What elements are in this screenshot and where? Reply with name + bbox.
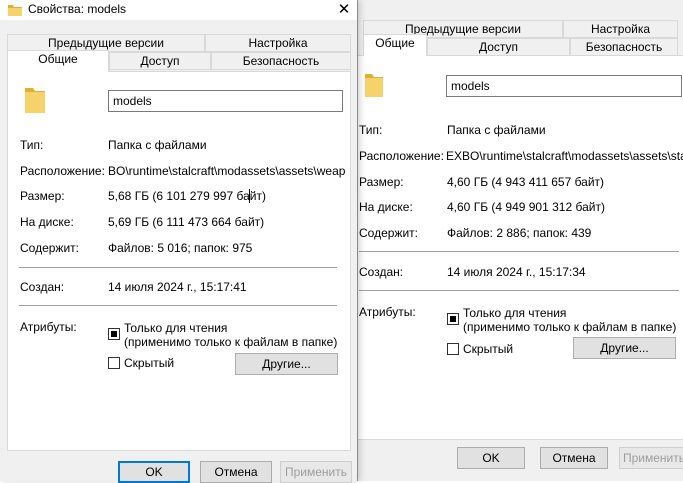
separator	[19, 305, 337, 306]
size-value: 4,60 ГБ (4 943 411 657 байт)	[447, 175, 605, 189]
general-panel: models Тип: Папка с файлами Расположение…	[7, 71, 351, 451]
apply-button[interactable]: Применить	[619, 447, 683, 469]
cancel-button[interactable]: Отмена	[540, 447, 608, 469]
properties-dialog-back: Предыдущие версии Настройка Общие Доступ…	[352, 0, 683, 481]
folder-icon	[8, 5, 22, 16]
hidden-checkbox[interactable]	[108, 357, 120, 369]
separator	[19, 267, 337, 268]
separator	[359, 290, 679, 291]
tab-security[interactable]: Безопасность	[211, 52, 351, 70]
text-caret	[249, 189, 250, 203]
contains-value: Файлов: 2 886; папок: 439	[447, 226, 592, 240]
other-attributes-button[interactable]: Другие...	[573, 337, 676, 359]
folder-name-input[interactable]: models	[446, 75, 682, 97]
disk-size-value: 5,69 ГБ (6 111 473 664 байт)	[108, 215, 265, 229]
tab-security[interactable]: Безопасность	[570, 38, 678, 56]
type-value: Папка с файлами	[108, 138, 207, 152]
contains-label: Содержит:	[359, 226, 418, 240]
ok-button[interactable]: OK	[457, 447, 525, 469]
tab-customize[interactable]: Настройка	[205, 34, 351, 52]
readonly-checkbox[interactable]	[447, 313, 459, 325]
window-title: Свойства: models	[28, 2, 127, 16]
tab-sharing[interactable]: Доступ	[427, 38, 570, 56]
attributes-label: Атрибуты:	[359, 305, 416, 319]
size-label: Размер:	[20, 189, 65, 203]
created-label: Создан:	[20, 280, 65, 294]
readonly-note: (применимо только к файлам в папке)	[124, 335, 338, 349]
type-value: Папка с файлами	[447, 123, 546, 137]
size-value: 5,68 ГБ (6 101 279 997 байт)	[108, 189, 266, 203]
ok-button[interactable]: OK	[118, 461, 190, 483]
size-label: Размер:	[359, 175, 404, 189]
contains-value: Файлов: 5 016; папок: 975	[108, 241, 253, 255]
location-value: EXBO\runtime\stalcraft\modassets\assets\…	[446, 149, 683, 163]
disk-size-label: На диске:	[359, 200, 413, 214]
folder-name-input[interactable]: models	[108, 90, 343, 112]
cancel-button[interactable]: Отмена	[200, 461, 272, 483]
tab-general[interactable]: Общие	[363, 34, 427, 56]
separator	[359, 251, 679, 252]
tab-customize[interactable]: Настройка	[563, 20, 678, 38]
attributes-label: Атрибуты:	[20, 320, 77, 334]
location-value: BO\runtime\stalcraft\modassets\assets\we…	[108, 164, 346, 178]
contains-label: Содержит:	[20, 241, 79, 255]
close-icon[interactable]: ✕	[337, 0, 351, 18]
title-bar: Свойства: models ✕	[0, 0, 357, 20]
tab-sharing[interactable]: Доступ	[109, 52, 211, 70]
properties-dialog-front: Свойства: models ✕ Предыдущие версии Нас…	[0, 0, 358, 483]
readonly-label: Только для чтения	[463, 306, 567, 320]
other-attributes-button[interactable]: Другие...	[235, 353, 338, 375]
created-label: Создан:	[359, 265, 404, 279]
hidden-checkbox[interactable]	[447, 343, 459, 355]
type-label: Тип:	[359, 123, 383, 137]
readonly-note: (применимо только к файлам в папке)	[463, 320, 677, 334]
hidden-label: Скрытый	[124, 356, 175, 370]
tab-general[interactable]: Общие	[7, 50, 109, 72]
folder-icon	[365, 74, 383, 97]
apply-button[interactable]: Применить	[280, 461, 352, 483]
disk-size-value: 4,60 ГБ (4 949 901 312 байт)	[447, 200, 605, 214]
location-label: Расположение:	[20, 164, 105, 178]
type-label: Тип:	[20, 138, 44, 152]
location-label: Расположение:	[359, 149, 444, 163]
created-value: 14 июля 2024 г., 15:17:34	[447, 265, 586, 279]
hidden-label: Скрытый	[463, 342, 514, 356]
folder-icon	[25, 88, 45, 113]
readonly-checkbox[interactable]	[108, 328, 120, 340]
disk-size-label: На диске:	[20, 215, 74, 229]
created-value: 14 июля 2024 г., 15:17:41	[108, 280, 247, 294]
readonly-label: Только для чтения	[124, 321, 228, 335]
general-panel: models Тип: Папка с файлами Расположение…	[355, 55, 683, 440]
